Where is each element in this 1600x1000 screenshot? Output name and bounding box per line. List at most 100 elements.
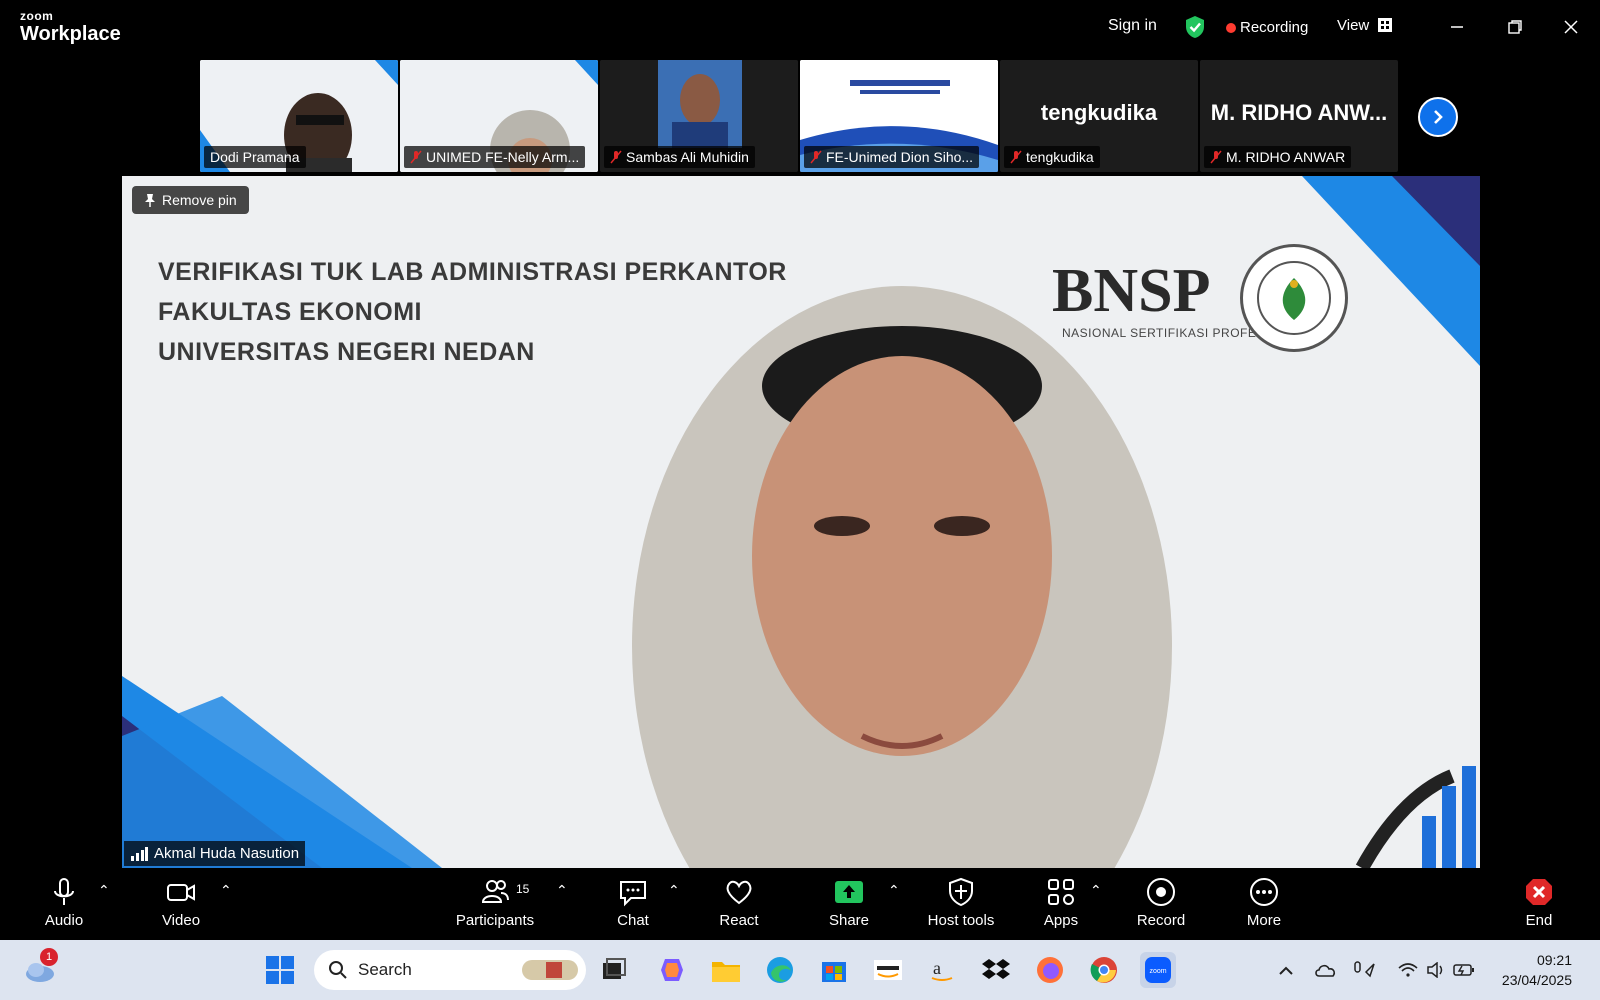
video-options-chevron-icon[interactable]: ⌃ bbox=[220, 882, 232, 899]
file-explorer-icon[interactable] bbox=[708, 952, 744, 988]
clock-time: 09:21 bbox=[1536, 952, 1572, 968]
heart-icon bbox=[726, 880, 752, 905]
windows-start-icon[interactable] bbox=[262, 952, 298, 988]
chat-button[interactable]: Chat bbox=[588, 876, 678, 929]
slide-line: VERIFIKASI TUK LAB ADMINISTRASI PERKANTO… bbox=[158, 258, 787, 286]
chat-icon bbox=[620, 881, 646, 907]
slide-line: FAKULTAS EKONOMI bbox=[158, 298, 423, 326]
view-button[interactable]: View bbox=[1337, 17, 1369, 34]
microsoft-store-icon[interactable] bbox=[816, 952, 852, 988]
apps-options-chevron-icon[interactable]: ⌃ bbox=[1090, 882, 1102, 899]
end-meeting-button[interactable]: End bbox=[1494, 876, 1584, 929]
shield-icon bbox=[949, 877, 973, 907]
more-icon bbox=[1250, 878, 1278, 906]
host-tools-button[interactable]: Host tools bbox=[916, 876, 1006, 929]
microphone-location-icon[interactable] bbox=[1346, 952, 1382, 988]
audio-options-chevron-icon[interactable]: ⌃ bbox=[98, 882, 110, 899]
firefox-icon[interactable] bbox=[1032, 952, 1068, 988]
chevron-up-icon[interactable] bbox=[1268, 952, 1304, 988]
signal-strength-icon bbox=[131, 846, 148, 861]
participant-thumbnail[interactable]: Dodi Pramana bbox=[200, 60, 398, 172]
microphone-muted-icon bbox=[1010, 150, 1022, 164]
participants-count: 15 bbox=[516, 882, 530, 896]
chrome-icon[interactable] bbox=[1086, 952, 1122, 988]
slide-title: VERIFIKASI TUK LAB ADMINISTRASI PERKANTO… bbox=[158, 252, 787, 372]
search-placeholder: Search bbox=[358, 960, 412, 979]
microphone-muted-icon bbox=[810, 150, 822, 164]
taskbar-search[interactable]: Search bbox=[314, 950, 586, 990]
chevron-right-icon bbox=[1434, 110, 1443, 124]
university-seal-icon bbox=[1240, 244, 1348, 352]
edge-browser-icon[interactable] bbox=[762, 952, 798, 988]
audio-button[interactable]: Audio bbox=[19, 876, 109, 929]
search-icon bbox=[329, 961, 347, 979]
svg-text:zoom: zoom bbox=[1149, 968, 1166, 975]
security-shield-icon[interactable] bbox=[1184, 15, 1206, 39]
remove-pin-button[interactable]: Remove pin bbox=[132, 186, 249, 214]
title-bar: zoom Workplace Sign in Recording View bbox=[0, 0, 1600, 56]
windows-taskbar: 1 Search a zoom 09:21 23/04/2025 bbox=[0, 940, 1600, 1000]
meeting-toolbar: Audio ⌃ Video ⌃ Participants 15 ⌃ Chat ⌃… bbox=[0, 868, 1600, 940]
recording-dot-icon bbox=[1226, 23, 1236, 33]
zoom-taskbar-icon[interactable]: zoom bbox=[1140, 952, 1176, 988]
bnsp-logo-subtitle: NASIONAL SERTIFIKASI PROFESI bbox=[1062, 326, 1269, 340]
close-icon[interactable] bbox=[1558, 14, 1584, 40]
amazon-shopping-icon[interactable]: a bbox=[924, 952, 960, 988]
next-page-button[interactable] bbox=[1418, 97, 1458, 137]
participant-display-name: M. RIDHO ANW... bbox=[1210, 100, 1388, 125]
brand-small: zoom bbox=[20, 9, 54, 23]
microphone-muted-icon bbox=[410, 150, 422, 164]
react-button[interactable]: React bbox=[694, 876, 784, 929]
clock-date: 23/04/2025 bbox=[1501, 972, 1572, 988]
more-button[interactable]: More bbox=[1219, 876, 1309, 929]
participant-thumbnail[interactable]: FE-Unimed Dion Siho... bbox=[800, 60, 998, 172]
microphone-muted-icon bbox=[610, 150, 622, 164]
main-video[interactable]: VERIFIKASI TUK LAB ADMINISTRASI PERKANTO… bbox=[122, 176, 1480, 868]
onedrive-icon[interactable] bbox=[1308, 952, 1344, 988]
restore-icon[interactable] bbox=[1502, 14, 1528, 40]
camera-icon bbox=[167, 884, 195, 901]
participant-name: M. RIDHO ANWAR bbox=[1204, 146, 1352, 168]
svg-text:a: a bbox=[933, 958, 941, 978]
minimize-icon[interactable] bbox=[1444, 14, 1470, 40]
notification-badge: 1 bbox=[40, 948, 58, 966]
apps-icon bbox=[1048, 879, 1074, 905]
participant-thumbnail[interactable]: UNIMED FE-Nelly Arm... bbox=[400, 60, 598, 172]
sign-in-link[interactable]: Sign in bbox=[1108, 17, 1157, 35]
participant-thumbnail[interactable]: M. RIDHO ANW... M. RIDHO ANWAR bbox=[1200, 60, 1398, 172]
share-options-chevron-icon[interactable]: ⌃ bbox=[888, 882, 900, 899]
amazon-icon[interactable] bbox=[870, 952, 906, 988]
participant-thumbnail[interactable]: Sambas Ali Muhidin bbox=[600, 60, 798, 172]
recording-label[interactable]: Recording bbox=[1240, 19, 1308, 36]
speaker-name-tag: Akmal Huda Nasution bbox=[124, 841, 306, 866]
pin-icon bbox=[145, 194, 155, 207]
slide-line: UNIVERSITAS NEGERI NEDAN bbox=[158, 338, 535, 366]
system-clock[interactable]: 09:21 23/04/2025 bbox=[1502, 950, 1572, 990]
search-highlight-icon bbox=[522, 960, 578, 980]
participant-name: UNIMED FE-Nelly Arm... bbox=[404, 146, 586, 168]
participants-options-chevron-icon[interactable]: ⌃ bbox=[556, 882, 568, 899]
brand-large: Workplace bbox=[20, 23, 121, 45]
task-view-icon[interactable] bbox=[596, 952, 632, 988]
video-button[interactable]: Video bbox=[136, 876, 226, 929]
microphone-icon bbox=[54, 878, 74, 905]
share-screen-icon bbox=[835, 881, 863, 903]
participant-name: tengkudika bbox=[1004, 146, 1100, 168]
record-button[interactable]: Record bbox=[1116, 876, 1206, 929]
participant-name: Sambas Ali Muhidin bbox=[604, 146, 755, 168]
end-meeting-icon bbox=[1526, 879, 1552, 905]
app-logo: zoom Workplace bbox=[20, 10, 121, 44]
participants-icon bbox=[481, 880, 509, 903]
battery-icon[interactable] bbox=[1446, 952, 1482, 988]
copilot-icon[interactable] bbox=[654, 952, 690, 988]
dropbox-icon[interactable] bbox=[978, 952, 1014, 988]
participant-thumbnail[interactable]: tengkudika tengkudika bbox=[1000, 60, 1198, 172]
share-button[interactable]: Share bbox=[804, 876, 894, 929]
participant-name: FE-Unimed Dion Siho... bbox=[804, 146, 980, 168]
record-icon bbox=[1147, 878, 1175, 906]
grid-view-icon[interactable] bbox=[1378, 18, 1392, 32]
participant-name: Dodi Pramana bbox=[204, 146, 306, 168]
chat-options-chevron-icon[interactable]: ⌃ bbox=[668, 882, 680, 899]
participant-display-name: tengkudika bbox=[1040, 100, 1158, 125]
bnsp-logo: BNSP bbox=[1052, 257, 1211, 325]
